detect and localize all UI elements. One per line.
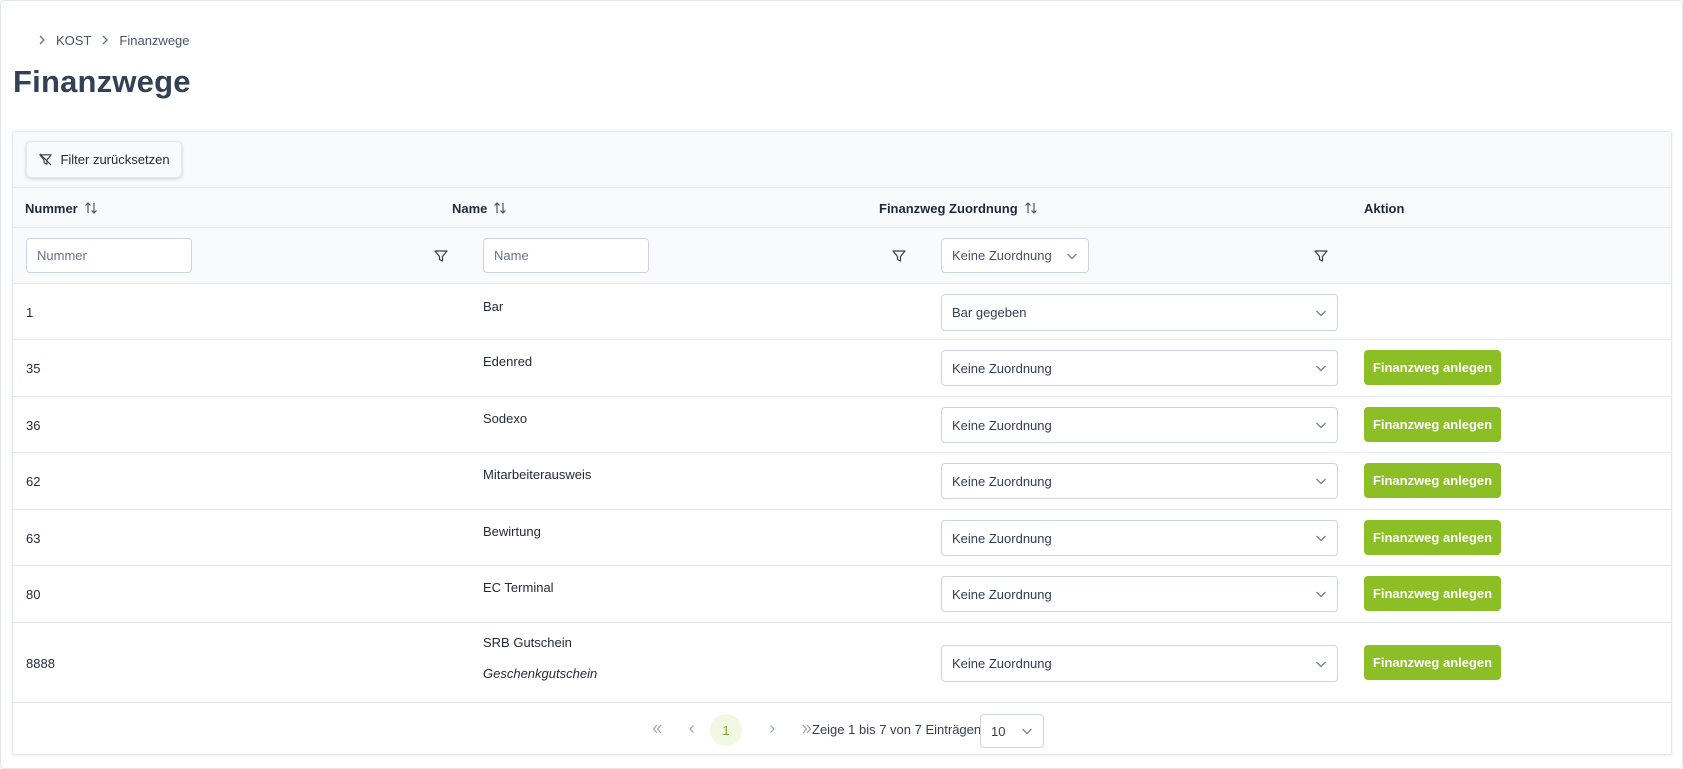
column-header-assignment-label: Finanzweg Zuordnung	[879, 200, 1018, 216]
assignment-filter-value: Keine Zuordnung	[952, 248, 1052, 263]
filter-reset-button[interactable]: Filter zurücksetzen	[26, 141, 182, 178]
table-toolbar: Filter zurücksetzen	[13, 132, 1671, 188]
row-name: Mitarbeiterausweis	[483, 467, 592, 482]
number-filter-input[interactable]	[26, 238, 192, 273]
table-row: 8888 SRB Gutschein Geschenkgutschein Kei…	[13, 623, 1671, 703]
assignment-select[interactable]: Keine Zuordnung	[941, 463, 1338, 499]
column-header-number[interactable]: Nummer	[25, 188, 98, 228]
chevron-down-icon	[1315, 419, 1327, 431]
table-row: 80 EC Terminal Keine Zuordnung Finanzweg…	[13, 566, 1671, 623]
row-number: 80	[26, 587, 41, 602]
column-header-name-label: Name	[452, 200, 488, 216]
create-finanzweg-button[interactable]: Finanzweg anlegen	[1364, 645, 1501, 680]
sort-icon[interactable]	[493, 201, 507, 215]
assignment-select[interactable]: Keine Zuordnung	[941, 645, 1338, 682]
assignment-filter-select[interactable]: Keine Zuordnung	[941, 238, 1089, 273]
chevron-down-icon	[1315, 588, 1327, 600]
row-name: Edenred	[483, 354, 533, 369]
row-number: 63	[26, 531, 41, 546]
row-name: Bar	[483, 299, 504, 314]
row-number: 62	[26, 474, 41, 489]
create-finanzweg-button[interactable]: Finanzweg anlegen	[1364, 350, 1501, 385]
assignment-select[interactable]: Keine Zuordnung	[941, 576, 1338, 612]
table-row: 1 Bar Bar gegeben	[13, 284, 1671, 340]
row-number: 1	[26, 305, 34, 320]
pagination: 1 Zeige 1 bis 7 von 7 Einträgen 10	[13, 703, 1671, 754]
chevron-right-icon	[99, 34, 111, 46]
table-header-row: Nummer Name Finanzweg Zuordnung Aktion	[13, 188, 1671, 228]
row-number: 36	[26, 418, 41, 433]
first-page-icon[interactable]	[642, 714, 672, 744]
assignment-value: Bar gegeben	[952, 305, 1027, 320]
filter-icon[interactable]	[1313, 248, 1329, 264]
chevron-down-icon	[1315, 532, 1327, 544]
next-page-icon[interactable]	[757, 714, 787, 744]
column-header-assignment[interactable]: Finanzweg Zuordnung	[879, 188, 1038, 228]
assignment-select[interactable]: Keine Zuordnung	[941, 407, 1338, 443]
row-subtitle: Geschenkgutschein	[483, 666, 598, 681]
page-title: Finanzwege	[13, 64, 191, 99]
table-row: 62 Mitarbeiterausweis Keine Zuordnung Fi…	[13, 453, 1671, 510]
assignment-value: Keine Zuordnung	[952, 530, 1052, 546]
table-row: 36 Sodexo Keine Zuordnung Finanzweg anle…	[13, 397, 1671, 453]
row-name: Sodexo	[483, 411, 528, 426]
filter-reset-label: Filter zurücksetzen	[60, 152, 170, 167]
column-header-number-label: Nummer	[25, 200, 78, 216]
breadcrumb: KOST Finanzwege	[36, 31, 190, 49]
prev-page-icon[interactable]	[677, 714, 707, 744]
pagination-info: Zeige 1 bis 7 von 7 Einträgen	[812, 722, 982, 737]
column-header-name[interactable]: Name	[452, 188, 507, 228]
finanzwege-table-card: Filter zurücksetzen Nummer Name Finanzwe…	[12, 131, 1672, 755]
row-name: EC Terminal	[483, 580, 554, 595]
assignment-select[interactable]: Keine Zuordnung	[941, 520, 1338, 556]
name-filter-input[interactable]	[483, 238, 649, 273]
chevron-right-icon	[36, 34, 48, 46]
create-finanzweg-button[interactable]: Finanzweg anlegen	[1364, 463, 1501, 498]
row-number: 8888	[26, 656, 55, 671]
column-header-action: Aktion	[1364, 188, 1404, 228]
assignment-select[interactable]: Keine Zuordnung	[941, 350, 1338, 386]
assignment-value: Keine Zuordnung	[952, 656, 1052, 671]
row-name: Bewirtung	[483, 524, 541, 539]
table-row: 63 Bewirtung Keine Zuordnung Finanzweg a…	[13, 510, 1671, 566]
breadcrumb-item-kost[interactable]: KOST	[56, 33, 91, 48]
filter-icon[interactable]	[433, 248, 449, 264]
assignment-value: Keine Zuordnung	[952, 586, 1052, 602]
chevron-down-icon	[1066, 250, 1078, 262]
create-finanzweg-button[interactable]: Finanzweg anlegen	[1364, 576, 1501, 611]
chevron-down-icon	[1315, 362, 1327, 374]
page-number-current[interactable]: 1	[710, 714, 742, 746]
chevron-down-icon	[1021, 725, 1033, 737]
assignment-select[interactable]: Bar gegeben	[941, 294, 1338, 331]
page-size-value: 10	[991, 723, 1006, 739]
assignment-value: Keine Zuordnung	[952, 360, 1052, 376]
create-finanzweg-button[interactable]: Finanzweg anlegen	[1364, 520, 1501, 555]
table-filter-row: Keine Zuordnung	[13, 228, 1671, 284]
assignment-value: Keine Zuordnung	[952, 473, 1052, 489]
create-finanzweg-button[interactable]: Finanzweg anlegen	[1364, 407, 1501, 442]
breadcrumb-item-finanzwege[interactable]: Finanzwege	[119, 33, 189, 48]
column-header-action-label: Aktion	[1364, 200, 1405, 216]
filter-icon[interactable]	[891, 248, 907, 264]
sort-icon[interactable]	[1024, 201, 1038, 215]
page-size-select[interactable]: 10	[980, 714, 1044, 748]
filter-slash-icon	[38, 152, 53, 167]
chevron-down-icon	[1315, 475, 1327, 487]
sort-icon[interactable]	[84, 201, 98, 215]
table-row: 35 Edenred Keine Zuordnung Finanzweg anl…	[13, 340, 1671, 397]
assignment-value: Keine Zuordnung	[952, 417, 1052, 433]
chevron-down-icon	[1315, 658, 1327, 670]
chevron-down-icon	[1315, 307, 1327, 319]
row-number: 35	[26, 361, 41, 376]
row-name: SRB Gutschein	[483, 635, 572, 650]
